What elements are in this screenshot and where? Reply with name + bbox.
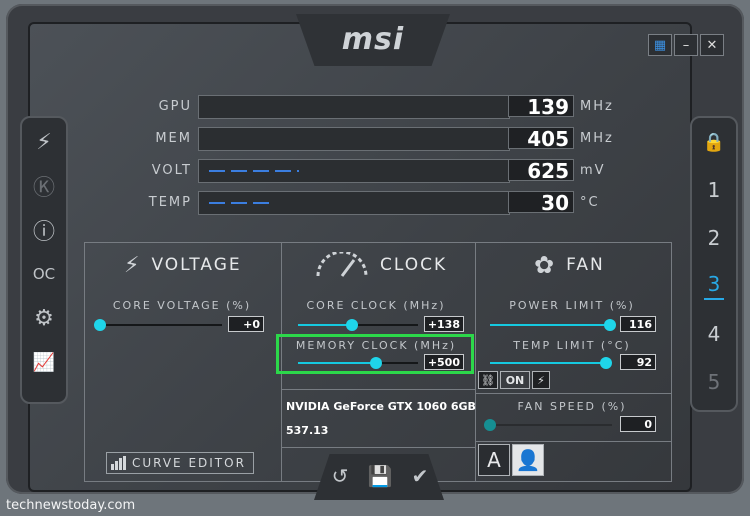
curve-editor-button[interactable]: CURVE EDITOR [106, 452, 254, 474]
monitor-bar [198, 159, 510, 183]
bottom-actions: ↺ 💾 ✔ [322, 464, 438, 488]
fan-icon: ✿ [534, 251, 557, 279]
driver-version: 537.13 [286, 424, 329, 437]
core-clock-label: CORE CLOCK (MHz) [306, 299, 446, 312]
fan-speed-label: FAN SPEED (%) [517, 400, 627, 413]
power-limit-value[interactable]: 116 [620, 316, 656, 332]
monitor-unit: MHz [580, 99, 614, 114]
link-on-toggle[interactable]: ON [499, 371, 530, 389]
temp-limit-value[interactable]: 92 [620, 354, 656, 370]
curve-editor-label: CURVE EDITOR [132, 456, 246, 470]
core-voltage-label: CORE VOLTAGE (%) [112, 299, 252, 312]
minimize-button[interactable]: – [674, 34, 698, 56]
close-button[interactable]: ✕ [700, 34, 724, 56]
monitor-label: TEMP [148, 195, 192, 210]
profile-3-label: 3 [707, 272, 721, 296]
right-sidebar: 🔒 1 2 3 4 5 [690, 116, 738, 412]
core-clock-fill [298, 324, 352, 326]
auto-label: A [487, 448, 501, 472]
apply-check-icon[interactable]: ✔ [412, 464, 429, 488]
oc-scanner-icon[interactable]: ⚡ [22, 120, 66, 164]
core-voltage-value[interactable]: +0 [228, 316, 264, 332]
k-boost-icon[interactable]: Ⓚ [22, 164, 66, 208]
monitor-value: 625 [508, 159, 574, 182]
monitor-label: MEM [155, 131, 192, 146]
monitor-bar [198, 127, 510, 151]
link-controls: ⛓ ON ⚡ [478, 371, 550, 389]
divider [475, 441, 671, 442]
profile-3[interactable]: 3 [692, 262, 736, 310]
speedometer-icon [316, 252, 368, 277]
profile-4[interactable]: 4 [692, 310, 736, 358]
monitor-dash [209, 202, 273, 204]
lock-icon[interactable]: 🔒 [692, 118, 736, 166]
core-clock-value[interactable]: +138 [424, 316, 464, 332]
memory-clock-highlight [276, 334, 474, 374]
monitor-label: GPU [158, 99, 192, 114]
temp-limit-slider-knob[interactable] [599, 357, 612, 369]
core-voltage-slider-knob[interactable] [94, 319, 106, 331]
divider [281, 447, 475, 448]
monitor-label: VOLT [151, 163, 192, 178]
watermark: technewstoday.com [6, 498, 136, 513]
monitor-unit: MHz [580, 131, 614, 146]
lightning-icon: ⚡ [124, 252, 142, 278]
bar-chart-icon [111, 456, 126, 470]
info-icon[interactable]: ⓘ [22, 208, 66, 252]
monitor-value: 30 [508, 191, 574, 214]
power-limit-fill [490, 324, 610, 326]
reset-icon[interactable]: ↺ [332, 464, 349, 488]
lightning-small-icon[interactable]: ⚡ [531, 371, 550, 389]
voltage-header: ⚡ VOLTAGE [124, 250, 242, 280]
oc-icon[interactable]: OC [22, 252, 66, 296]
profile-2[interactable]: 2 [692, 214, 736, 262]
divider [281, 389, 475, 390]
monitor-bar [198, 95, 510, 119]
clock-header: CLOCK [314, 250, 447, 280]
fan-speed-slider-knob[interactable] [484, 419, 496, 431]
window-controls: ▦ – ✕ [648, 34, 724, 56]
auto-fan-button[interactable]: A [478, 444, 510, 476]
power-limit-slider-knob[interactable] [603, 319, 616, 331]
temp-limit-fill [490, 362, 606, 364]
monitor-unit: mV [580, 163, 606, 178]
core-voltage-track[interactable] [100, 324, 222, 326]
fan-mode-buttons: A 👤 [478, 444, 544, 476]
monitor-icon[interactable]: 📈 [22, 340, 66, 384]
save-icon[interactable]: 💾 [368, 464, 393, 488]
temp-limit-label: TEMP LIMIT (°C) [513, 339, 631, 352]
profile-5[interactable]: 5 [692, 358, 736, 406]
fan-speed-value[interactable]: 0 [620, 416, 656, 432]
gpu-name: NVIDIA GeForce GTX 1060 6GB [286, 400, 476, 413]
power-limit-label: POWER LIMIT (%) [509, 299, 635, 312]
monitor-dash [209, 170, 299, 172]
left-sidebar: ⚡ Ⓚ ⓘ OC ⚙ 📈 [20, 116, 68, 404]
clock-title: CLOCK [380, 255, 448, 275]
voltage-title: VOLTAGE [151, 255, 242, 275]
windows-icon[interactable]: ▦ [648, 34, 672, 56]
fan-speed-track[interactable] [490, 424, 612, 426]
msi-logo: msi [341, 22, 405, 57]
monitor-unit: °C [580, 195, 600, 210]
monitor-value: 405 [508, 127, 574, 150]
fan-title: FAN [566, 255, 605, 275]
link-icon[interactable]: ⛓ [478, 371, 498, 389]
monitor-bar [198, 191, 510, 215]
profile-1[interactable]: 1 [692, 166, 736, 214]
monitor-value: 139 [508, 95, 574, 118]
user-fan-icon[interactable]: 👤 [512, 444, 544, 476]
core-clock-slider-knob[interactable] [346, 319, 358, 331]
divider [475, 243, 476, 481]
active-underline [704, 298, 724, 300]
fan-header: ✿ FAN [534, 250, 605, 280]
settings-gear-icon[interactable]: ⚙ [22, 296, 66, 340]
divider [475, 393, 671, 394]
